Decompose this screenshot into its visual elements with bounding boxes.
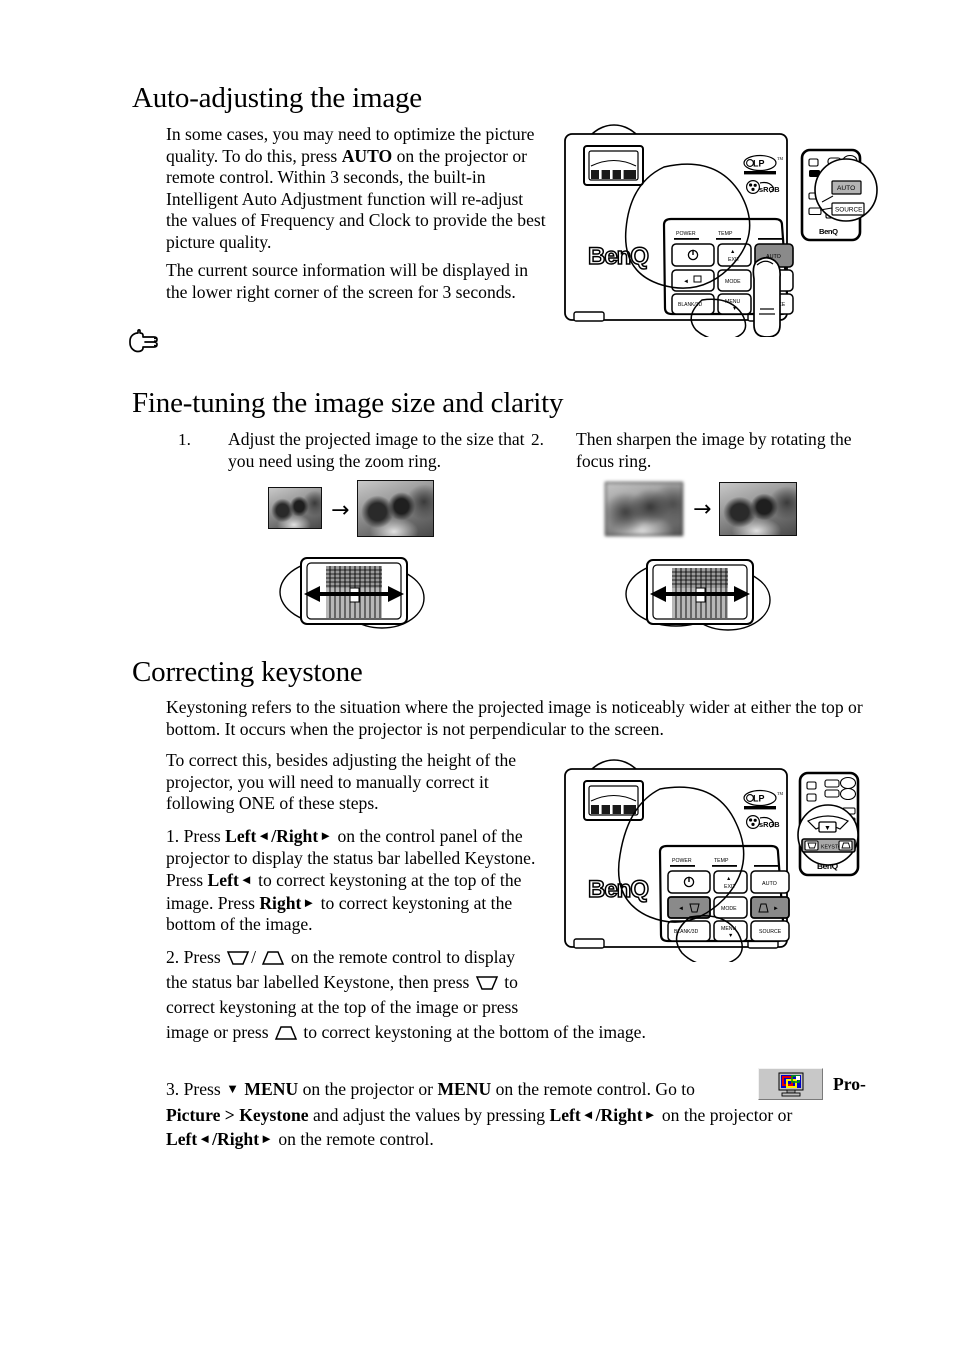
svg-text:◄: ◄ [678,906,684,912]
keystone-step-2: 2. Press / on the remote control to disp… [166,945,538,1020]
figure-arrow-2: → [693,497,712,522]
svg-text:LP: LP [753,159,765,169]
svg-text:▲: ▲ [730,249,735,255]
svg-text:TEMP: TEMP [718,231,733,237]
step3-a: 3. Press [166,1079,226,1099]
illustration-projector-auto: LP TM sRGB BenQ POWER TEMP ▲ EXIT AUTO ◄… [560,122,890,337]
step3-d: and adjust the values by pressing [308,1105,550,1125]
arrow-right-icon-4: ► [260,1131,273,1146]
benq-logo: BenQ [587,242,650,271]
paragraph-auto-adjust-2: The current source information will be d… [166,260,529,302]
arrow-left-icon-3: ◄ [581,1107,595,1122]
svg-text:▲: ▲ [726,876,731,882]
keystone-step-2-cont: image or press to correct keystoning at … [166,1022,874,1044]
step3-left-2: Left [166,1129,198,1149]
svg-text:LP: LP [753,794,765,804]
step1-left: Left [225,826,257,846]
step2-d-lead: image or press [166,1022,273,1042]
step3-left-1: Left [549,1105,581,1125]
illustration-focus-ring [622,552,774,640]
remote-control-keystone: BenQ ▼ KEYSTONE [797,771,860,877]
step1-left-2: Left [207,870,239,891]
step3-e: on the projector or [657,1105,793,1125]
svg-text:POWER: POWER [676,231,696,237]
step3-pro-fragment: Pro- [833,1074,893,1096]
svg-text:TEMP: TEMP [714,858,729,864]
pointing-hand-icon [128,328,162,360]
arrow-left-icon-4: ◄ [198,1131,212,1146]
manual-page: Auto-adjusting the image In some cases, … [0,0,954,1352]
illustration-projector-keystone: LP TM sRGB BenQ POWER TEMP ▲ EXIT AUTO ◄… [560,757,890,962]
remote-control-auto: BenQ AUTO SOURCE [800,148,878,242]
photo-sharp [719,482,797,536]
keystone-bottom-icon [260,950,286,966]
svg-text:AUTO: AUTO [762,881,777,887]
step2-slash: / [251,947,257,967]
arrow-down-icon: ▼ [226,1081,240,1096]
step-number-1: 1. [178,430,191,449]
svg-text:▼: ▼ [824,824,831,832]
photo-blurry [605,482,683,536]
step1-a: 1. Press [166,826,226,846]
step3-path-rest: Picture > Keystone [166,1105,309,1125]
svg-text:MODE: MODE [721,906,737,912]
step3-right-2: /Right [212,1129,260,1149]
keystone-top-icon [225,950,251,966]
paragraph-keystone-lead: To correct this, besides adjusting the h… [166,750,517,814]
svg-text:sRGB: sRGB [759,185,780,194]
step1-right-2: Right [259,892,302,913]
svg-text:►: ► [773,906,779,912]
keystone-top-icon-2 [474,975,500,991]
keystone-step-3-line1: 3. Press ▼ MENU on the projector or MENU… [166,1074,750,1104]
svg-text:BenQ: BenQ [819,227,838,236]
illustration-zoom-ring [278,552,428,640]
step3-b: on the projector or [298,1079,438,1099]
photo-thumbnail-large [357,480,434,537]
paragraph-auto-adjust-1: In some cases, you may need to optimize … [166,124,546,254]
svg-text:BenQ: BenQ [588,243,648,270]
step-number-2: 2. [531,430,544,449]
svg-text:TM: TM [777,156,783,161]
arrow-right-icon-3: ► [643,1107,657,1122]
arrow-left-icon-2: ◄ [239,872,253,888]
svg-text:MODE: MODE [725,279,741,285]
svg-text:SOURCE: SOURCE [759,929,782,935]
pointing-hand-glyph [129,329,158,353]
arrow-left-icon: ◄ [257,828,271,843]
step3-menu-1: MENU [244,1079,299,1099]
auto-keyword: AUTO [341,145,393,166]
benq-logo-2: BenQ [587,875,650,904]
step2-d: to correct keystoning at the bottom of t… [299,1022,646,1042]
step2-a: 2. Press [166,947,226,967]
paragraph-keystone-intro: Keystoning refers to the situation where… [166,697,863,739]
svg-text:◄: ◄ [683,279,689,285]
step1-right: /Right [271,826,319,846]
heading-correcting-keystone: Correcting keystone [132,656,363,688]
step-text-2: Then sharpen the image by rotating the f… [576,429,852,471]
keystone-step-3-line2: Picture > Keystone and adjust the values… [166,1103,878,1151]
keystone-bottom-icon-2 [273,1025,299,1041]
keystone-step-1: 1. Press Left◄/Right► on the control pan… [166,825,538,936]
svg-text:POWER: POWER [672,858,692,864]
step3-menu-2: MENU [437,1079,492,1099]
svg-text:sRGB: sRGB [759,820,780,829]
svg-text:▼: ▼ [728,933,733,939]
svg-text:SOURCE: SOURCE [835,207,862,214]
svg-text:TM: TM [777,791,783,796]
display-picture-icon [778,1072,803,1096]
svg-text:BenQ: BenQ [588,876,648,903]
svg-text:AUTO: AUTO [837,185,855,192]
figure-arrow-1: → [331,498,350,523]
step3-c: on the remote control. Go to [491,1079,695,1099]
photo-thumbnail-small [268,487,322,529]
step-text-1: Adjust the projected image to the size t… [228,429,525,471]
step3-f: on the remote control. [273,1129,434,1149]
step3-right-1: /Right [595,1105,643,1125]
arrow-right-icon-2: ► [302,894,316,910]
display-picture-icon-button[interactable] [758,1068,823,1100]
arrow-right-icon: ► [319,828,333,843]
step3-path-pro: Pro- [833,1074,866,1094]
heading-auto-adjusting: Auto-adjusting the image [132,82,422,114]
heading-fine-tuning: Fine-tuning the image size and clarity [132,387,564,419]
